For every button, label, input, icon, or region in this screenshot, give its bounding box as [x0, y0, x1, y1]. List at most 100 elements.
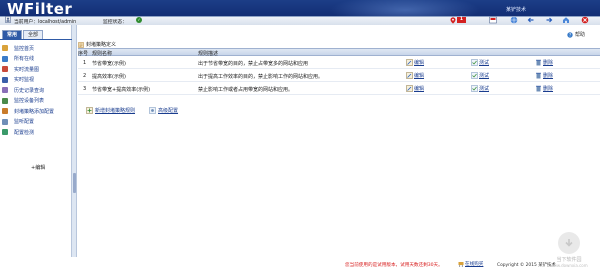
- history-icon: [2, 87, 8, 94]
- alert-count-badge[interactable]: 1: [457, 16, 466, 23]
- sidebar-item-label: 监控设备列表: [14, 98, 45, 105]
- row-name: 提高效率(示例): [92, 74, 126, 80]
- test-label[interactable]: 测试: [479, 59, 489, 66]
- current-user: 当前用户：localhost/admin: [14, 19, 77, 25]
- test-button[interactable]: 测试: [471, 72, 489, 79]
- edit-label[interactable]: 编辑: [414, 72, 424, 79]
- advanced-config-label[interactable]: 高级配置: [158, 107, 178, 114]
- sidebar-menu: 监控首页 所有在线 实时流量图 实时监视 历史记录查询 监控设备列表 封堵策略添…: [2, 43, 70, 138]
- logout-icon[interactable]: [581, 16, 589, 24]
- sidebar-item-label: 封堵策略添加配置: [14, 108, 55, 115]
- purchase-label[interactable]: 在线购买: [465, 261, 483, 267]
- status-ok-icon: ✓: [136, 16, 142, 23]
- edit-icon: [406, 72, 413, 79]
- col-desc: 规则描述: [198, 51, 219, 57]
- sidebar-item-traffic-chart[interactable]: 实时流量图: [2, 64, 70, 75]
- sidebar-item-label: 实时监视: [14, 77, 35, 84]
- policy-icon: [78, 41, 84, 48]
- row-desc: 出于节省带宽的目的，禁止占带宽多的网站和应用: [198, 61, 309, 67]
- edit-icon: [406, 59, 413, 66]
- test-icon: [471, 85, 478, 92]
- row-name: 节省带宽+提高效率(示例): [92, 87, 151, 93]
- sidebar-item-label: 实时流量图: [14, 66, 40, 73]
- col-name: 规则名称: [92, 51, 113, 57]
- sidebar-item-label: 监控首页: [14, 45, 35, 52]
- policy-icon: [2, 108, 8, 115]
- monitor-status-label: 监控状态：: [103, 19, 127, 25]
- users-icon: [2, 55, 8, 62]
- test-label[interactable]: 测试: [479, 72, 489, 79]
- add-icon: [86, 107, 93, 114]
- delete-icon: [536, 72, 541, 79]
- check-icon: [2, 129, 8, 136]
- delete-button[interactable]: 删除: [535, 85, 553, 92]
- app-logo: WFilter: [7, 0, 73, 18]
- home-icon[interactable]: [562, 16, 570, 24]
- table-row: 3 节省带宽+提高效率(示例) 禁止影响工作或者占用带宽的网站和应用。 编辑 测…: [78, 83, 600, 95]
- delete-icon: [536, 85, 541, 92]
- section-title: 封堵策略定义: [78, 41, 116, 48]
- chart-icon: [2, 66, 8, 73]
- sidebar-item-listen-config[interactable]: 监听配置: [2, 117, 70, 128]
- sidebar-item-live-monitor[interactable]: 实时监视: [2, 75, 70, 86]
- monitor-icon: [2, 76, 8, 83]
- delete-label[interactable]: 删除: [543, 72, 553, 79]
- delete-label[interactable]: 删除: [543, 59, 553, 66]
- tab-common[interactable]: 常用: [2, 30, 23, 39]
- row-index: 1: [83, 60, 87, 66]
- edit-button[interactable]: 编辑: [406, 85, 424, 92]
- alert-icon[interactable]: [450, 16, 456, 24]
- sidebar-item-history[interactable]: 历史记录查询: [2, 85, 70, 96]
- edit-button[interactable]: 编辑: [406, 72, 424, 79]
- sidebar-item-device-list[interactable]: 监控设备列表: [2, 96, 70, 107]
- section-title-text: 封堵策略定义: [86, 42, 117, 48]
- tab-underline: [0, 39, 72, 40]
- watermark-url: www.downxia.com: [550, 263, 588, 268]
- settings-icon: [2, 118, 8, 125]
- edit-label[interactable]: 编辑: [414, 59, 424, 66]
- sidebar-item-label: 配置检测: [14, 129, 35, 136]
- delete-button[interactable]: 删除: [535, 59, 553, 66]
- sidebar-tabs: 常用 全部: [2, 30, 44, 39]
- product-name: 某铲技术: [506, 7, 527, 13]
- sidebar-item-config-check[interactable]: 配置检测: [2, 127, 70, 138]
- sidebar-item-label: 历史记录查询: [14, 87, 45, 94]
- edit-button[interactable]: 编辑: [406, 59, 424, 66]
- refresh-icon[interactable]: [489, 16, 497, 24]
- sidebar-item-all-online[interactable]: 所有在线: [2, 54, 70, 65]
- table-header: 序号 规则名称 规则描述: [78, 48, 600, 57]
- edit-label[interactable]: 编辑: [414, 85, 424, 92]
- sidebar-item-label: 监听配置: [14, 119, 35, 126]
- test-button[interactable]: 测试: [471, 85, 489, 92]
- user-icon: [5, 16, 11, 23]
- splitter-grip[interactable]: [73, 173, 76, 193]
- back-icon[interactable]: [527, 16, 535, 24]
- tab-all[interactable]: 全部: [23, 30, 44, 39]
- forward-icon[interactable]: [545, 16, 553, 24]
- help-icon: ?: [567, 31, 573, 38]
- purchase-link[interactable]: 在线购买: [458, 261, 483, 267]
- help-label[interactable]: 帮助: [575, 31, 585, 38]
- sidebar-item-policy-config[interactable]: 封堵策略添加配置: [2, 106, 70, 117]
- test-button[interactable]: 测试: [471, 59, 489, 66]
- advanced-config-button[interactable]: 高级配置: [149, 107, 178, 114]
- delete-label[interactable]: 删除: [543, 85, 553, 92]
- sidebar-splitter[interactable]: [72, 25, 77, 269]
- delete-button[interactable]: 删除: [535, 72, 553, 79]
- sidebar-item-monitor-home[interactable]: 监控首页: [2, 43, 70, 54]
- test-label[interactable]: 测试: [479, 85, 489, 92]
- new-rule-button[interactable]: 新增封堵策略规则: [86, 107, 135, 114]
- col-index: 序号: [78, 51, 89, 57]
- table-row: 1 节省带宽(示例) 出于节省带宽的目的，禁止占带宽多的网站和应用 编辑 测试 …: [78, 57, 600, 69]
- globe-icon[interactable]: [510, 16, 518, 24]
- home-icon: [2, 45, 8, 52]
- settings-icon: [149, 107, 156, 114]
- sidebar-item-label: 所有在线: [14, 56, 35, 63]
- help-link[interactable]: ? 帮助: [567, 31, 585, 38]
- row-index: 2: [83, 73, 87, 79]
- svg-text:?: ?: [569, 32, 571, 37]
- row-index: 3: [83, 86, 87, 92]
- row-name: 节省带宽(示例): [92, 61, 126, 67]
- add-edit-link[interactable]: +编辑: [31, 164, 45, 171]
- new-rule-label[interactable]: 新增封堵策略规则: [95, 107, 135, 114]
